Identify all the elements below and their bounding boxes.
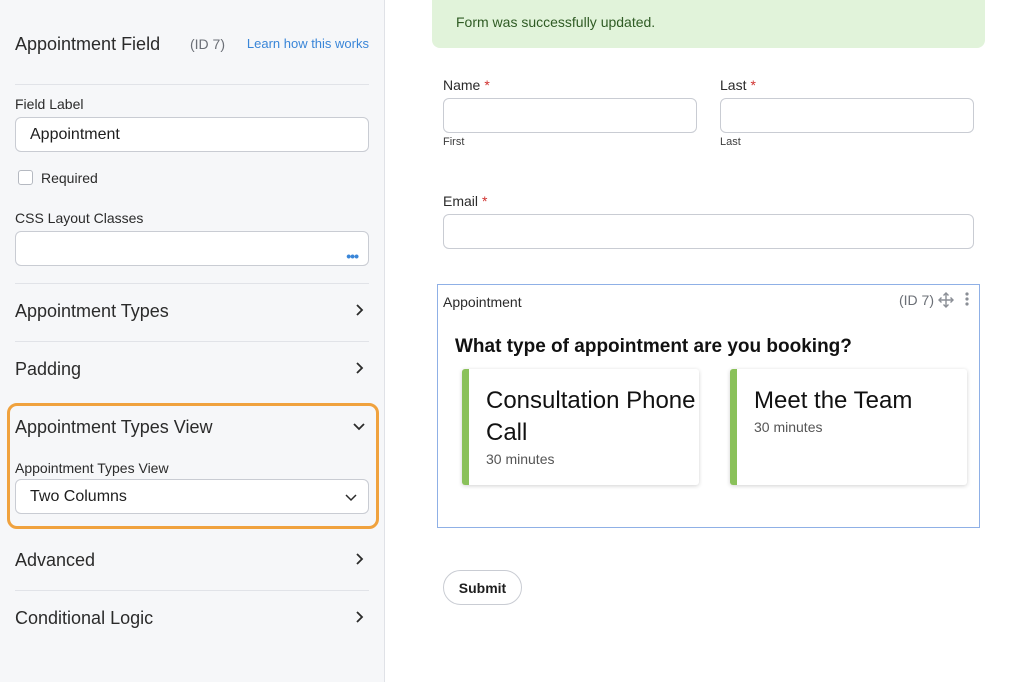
chevron-right-icon [356,553,364,565]
chevron-down-icon [345,494,357,502]
last-label: Last * [720,77,756,93]
types-view-value: Two Columns [30,488,127,505]
chevron-down-icon [353,423,365,431]
field-label-input[interactable]: Appointment [15,117,369,152]
sidebar-header: Appointment Field (ID 7) Learn how this … [15,32,369,56]
field-settings-sidebar: Appointment Field (ID 7) Learn how this … [0,0,385,682]
required-checkbox[interactable] [18,170,33,185]
last-label-text: Last [720,77,747,93]
name-label: Name * [443,77,490,93]
appointment-question: What type of appointment are you booking… [455,336,852,357]
chevron-right-icon [356,611,364,623]
section-advanced[interactable]: Advanced [15,550,369,574]
required-mark: * [484,77,490,93]
card-duration: 30 minutes [486,451,555,467]
appointment-type-card[interactable]: Meet the Team 30 minutes [730,369,967,485]
types-view-label: Appointment Types View [15,460,169,476]
divider [15,283,369,284]
email-label-text: Email [443,193,479,209]
required-mark: * [482,193,488,209]
name-label-text: Name [443,77,481,93]
field-label-value: Appointment [30,126,120,143]
card-title: Consultation Phone Call [486,387,696,446]
required-mark: * [750,77,756,93]
section-appointment-types[interactable]: Appointment Types [15,301,369,325]
card-duration: 30 minutes [754,419,823,435]
alert-text: Form was successfully updated. [456,14,656,30]
field-id: (ID 7) [190,36,225,52]
divider [15,590,369,591]
email-label: Email * [443,193,487,209]
card-title: Meet the Team [754,387,913,414]
email-input[interactable] [443,214,974,249]
section-appointment-types-view[interactable]: Appointment Types View [15,417,369,441]
divider [15,84,369,85]
appointment-type-card[interactable]: Consultation Phone Call 30 minutes [462,369,699,485]
css-classes-label: CSS Layout Classes [15,210,144,226]
divider [15,341,369,342]
section-title: Padding [15,359,82,379]
required-label: Required [41,170,98,186]
section-title: Conditional Logic [15,608,154,628]
submit-button[interactable]: Submit [443,570,522,605]
last-sublabel: Last [720,136,741,148]
first-name-input[interactable] [443,98,697,133]
success-alert: Form was successfully updated. [432,0,985,48]
section-padding[interactable]: Padding [15,359,369,383]
ellipsis-icon[interactable]: ••• [346,240,359,273]
types-view-select[interactable]: Two Columns [15,479,369,514]
first-sublabel: First [443,136,465,148]
appointment-field-preview[interactable]: Appointment (ID 7) What type of appointm… [437,284,980,528]
move-icon[interactable] [938,292,954,308]
section-title: Appointment Types [15,301,169,321]
chevron-right-icon [356,304,364,316]
appointment-label: Appointment [443,294,522,310]
section-title: Appointment Types View [15,417,213,437]
last-name-input[interactable] [720,98,974,133]
chevron-right-icon [356,362,364,374]
appointment-field-id: (ID 7) [899,292,934,308]
kebab-menu-icon[interactable] [964,291,970,307]
css-classes-input[interactable]: ••• [15,231,369,266]
sidebar-title: Appointment Field [15,34,161,54]
section-conditional-logic[interactable]: Conditional Logic [15,608,369,632]
field-label-label: Field Label [15,96,84,112]
section-title: Advanced [15,550,96,570]
learn-how-link[interactable]: Learn how this works [247,36,369,51]
